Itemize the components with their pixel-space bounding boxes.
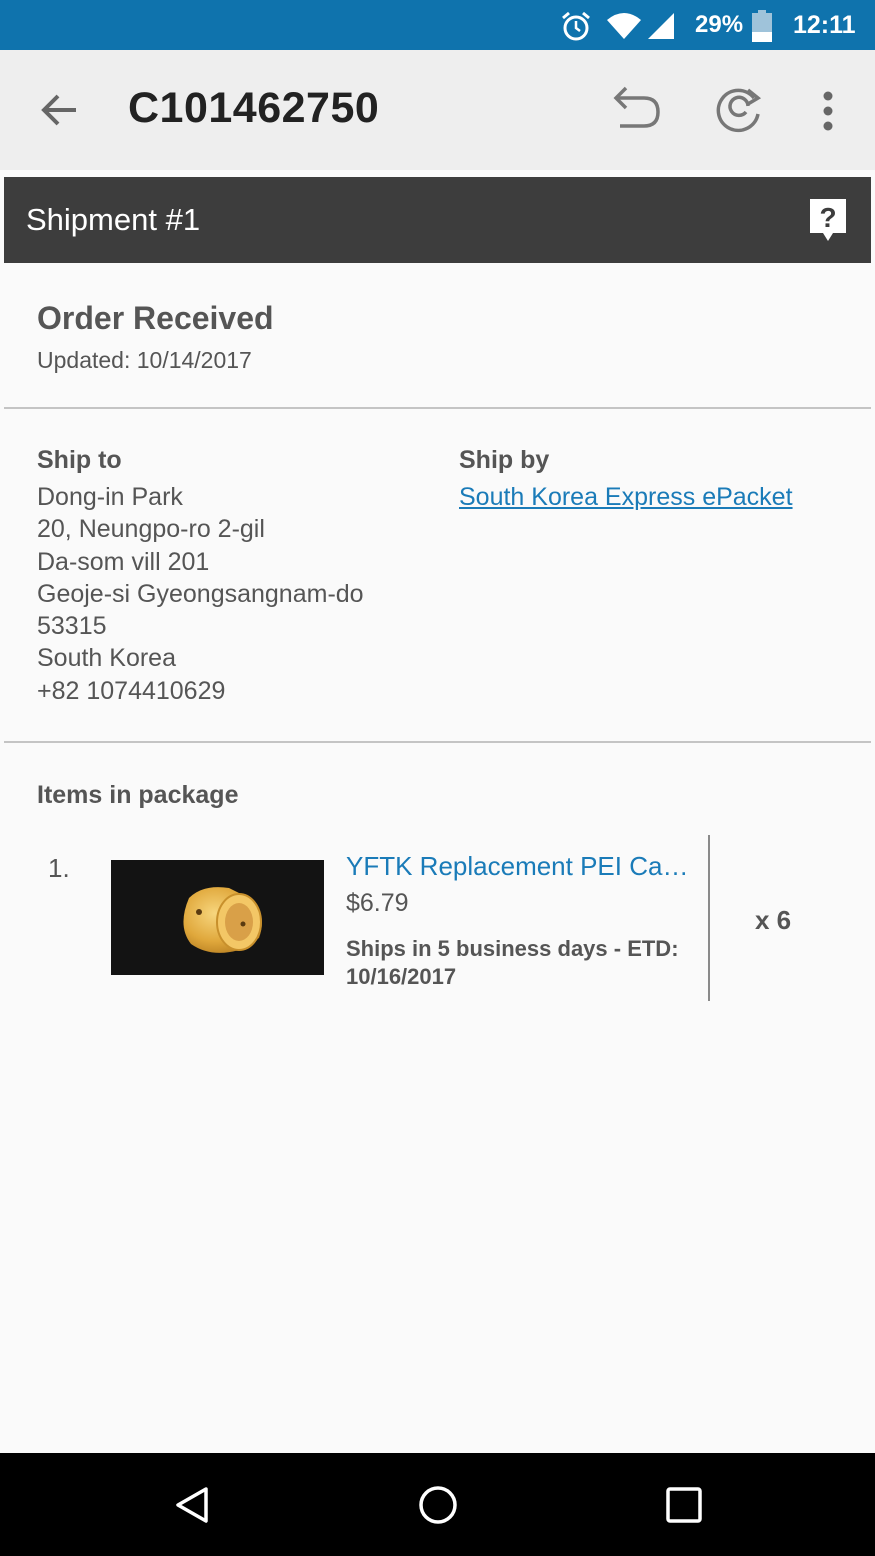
ship-to-section: Ship to Dong-in Park 20, Neungpo-ro 2-gi… <box>37 446 364 707</box>
battery-icon <box>752 10 772 42</box>
order-status-title: Order Received <box>37 300 274 336</box>
ship-by-section: Ship by South Korea Express ePacket <box>459 446 793 513</box>
nav-home-icon[interactable] <box>416 1483 460 1527</box>
undo-return-icon[interactable] <box>610 84 664 138</box>
back-arrow-icon[interactable] <box>36 88 82 132</box>
status-bar: 29% 12:11 <box>0 0 875 50</box>
nav-recents-icon[interactable] <box>662 1483 706 1527</box>
shipment-title: Shipment #1 <box>26 202 201 237</box>
ship-by-heading: Ship by <box>459 446 550 474</box>
address-line: 20, Neungpo-ro 2-gil <box>37 515 265 544</box>
item-quantity: x 6 <box>755 905 792 935</box>
shipment-header: Shipment #1 ? <box>4 177 871 263</box>
address-line: 53315 <box>37 612 107 641</box>
battery-percent: 29% <box>695 11 744 38</box>
address-line: South Korea <box>37 644 176 673</box>
screen: 29% 12:11 C101462750 Shipment #1 ? Order… <box>0 0 875 1556</box>
items-heading: Items in package <box>37 781 239 809</box>
item-shipping-info: Ships in 5 business days - ETD: 10/16/20… <box>346 936 679 989</box>
svg-text:?: ? <box>819 202 836 233</box>
address-line: Geoje-si Gyeongsangnam-do <box>37 579 364 608</box>
carrier-link[interactable]: South Korea Express ePacket <box>459 481 793 513</box>
ship-to-heading: Ship to <box>37 446 122 474</box>
list-item: 1. YFTK Replacement PEI Cap… $6.79 Ships <box>0 833 875 1003</box>
page-title: C101462750 <box>128 84 380 132</box>
item-price: $6.79 <box>346 889 409 917</box>
clock: 12:11 <box>793 11 856 39</box>
address-phone: +82 1074410629 <box>37 676 226 705</box>
address-line: Da-som vill 201 <box>37 547 210 576</box>
system-nav-bar <box>0 1453 875 1556</box>
help-question-icon[interactable]: ? <box>808 197 848 243</box>
wifi-icon <box>607 13 641 39</box>
divider <box>4 407 871 409</box>
item-name-link[interactable]: YFTK Replacement PEI Cap… <box>346 851 701 882</box>
item-number: 1. <box>48 853 70 883</box>
nav-back-icon[interactable] <box>170 1483 214 1527</box>
more-vert-icon[interactable] <box>810 84 846 138</box>
pei-cap-image <box>183 887 262 953</box>
order-updated-date: Updated: 10/14/2017 <box>37 347 252 373</box>
cell-signal-icon <box>648 13 674 39</box>
item-thumbnail[interactable] <box>111 860 324 975</box>
app-bar: C101462750 <box>0 50 875 170</box>
divider <box>708 835 710 1001</box>
order-status: Order Received Updated: 10/14/2017 <box>37 300 274 374</box>
address-line: Dong-in Park <box>37 483 183 511</box>
divider <box>4 741 871 743</box>
refresh-icon[interactable] <box>712 84 766 138</box>
alarm-icon <box>562 11 590 41</box>
